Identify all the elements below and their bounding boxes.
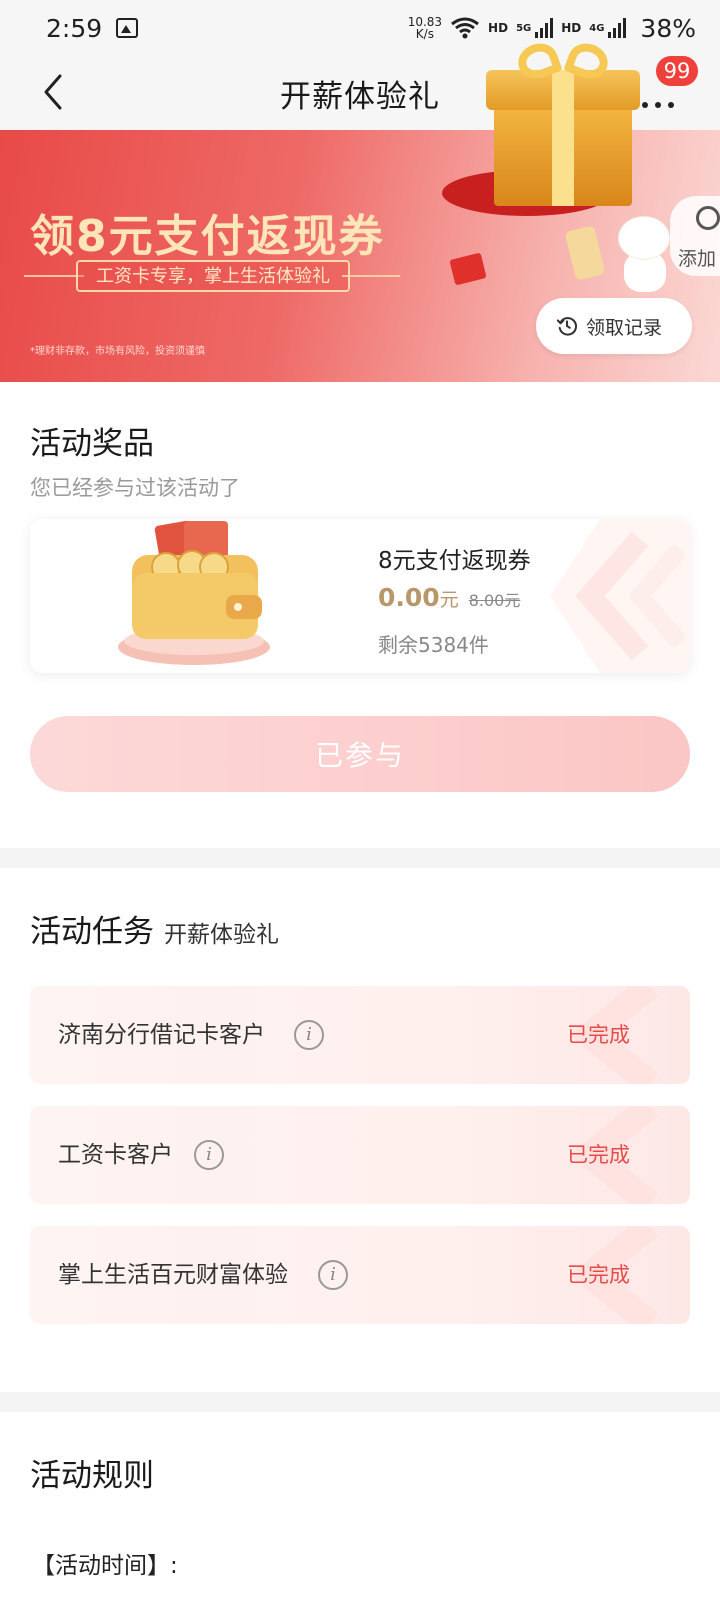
back-button[interactable] (36, 70, 76, 114)
task-item[interactable]: 济南分行借记卡客户 i 已完成 (30, 986, 690, 1084)
prize-price: 0.00 (378, 583, 440, 612)
prize-section-title: 活动奖品 (30, 426, 154, 462)
task-section-subtitle: 开薪体验礼 (164, 922, 279, 948)
task-status: 已完成 (567, 1023, 630, 1047)
network-type-2: 4G (589, 22, 605, 34)
chevron-left-icon (44, 74, 62, 110)
signal-icon-1 (535, 18, 554, 38)
info-icon[interactable]: i (294, 1020, 324, 1050)
network-speed-unit: K/s (415, 27, 434, 41)
task-label: 济南分行借记卡客户 (58, 1022, 265, 1048)
prize-participation-note: 您已经参与过该活动了 (30, 476, 240, 500)
joined-button[interactable]: 已参与 (30, 716, 690, 792)
battery-level: 38% (640, 13, 696, 43)
lucky-cat-head (618, 216, 670, 260)
clock-icon (696, 206, 720, 230)
rules-section-title: 活动规则 (30, 1458, 154, 1494)
task-label: 掌上生活百元财富体验 (58, 1262, 288, 1288)
wallet-icon (118, 520, 270, 665)
more-icon (642, 102, 674, 108)
prize-card[interactable]: 8元支付返现券 0.00 元 8.00元 剩余5384件 (30, 519, 690, 673)
rules-time-label: 【活动时间】: (32, 1553, 178, 1579)
gift-ribbon (552, 70, 574, 206)
task-section-title: 活动任务 (30, 914, 154, 950)
hd-label-2: HD (561, 21, 582, 35)
page: 2:59 10.83 K/s HD 5G HD 4G 38% 开薪体验礼 99 … (0, 0, 720, 1600)
signal-icon-2 (608, 18, 627, 38)
banner-subtitle: 工资卡专享，掌上生活体验礼 (76, 260, 350, 292)
banner-disclaimer: *理财非存款，市场有风险，投资须谨慎 (30, 346, 205, 357)
prize-section: 活动奖品 您已经参与过该活动了 8元支付返现券 0.00 元 8.00元 剩余5… (0, 382, 720, 848)
network-speed: 10.83 K/s (408, 16, 442, 40)
info-icon[interactable]: i (318, 1260, 348, 1290)
wifi-icon (451, 17, 479, 39)
page-title: 开薪体验礼 (280, 78, 440, 115)
status-bar: 2:59 10.83 K/s HD 5G HD 4G 38% (0, 0, 720, 56)
gallery-notification-icon (116, 18, 139, 38)
task-item[interactable]: 掌上生活百元财富体验 i 已完成 (30, 1226, 690, 1324)
banner-line-left (24, 275, 84, 277)
add-shortcut-label: 添加 (678, 248, 717, 270)
history-icon (556, 317, 577, 336)
prize-remaining-stock: 剩余5384件 (378, 633, 489, 657)
banner-title: 领8元支付返现券 (30, 211, 385, 262)
info-icon[interactable]: i (194, 1140, 224, 1170)
task-section: 活动任务 开薪体验礼 济南分行借记卡客户 i 已完成 工资卡客户 i 已完成 掌… (0, 868, 720, 1392)
task-label: 工资卡客户 (58, 1142, 173, 1168)
status-time: 2:59 (46, 13, 103, 43)
rules-section: 活动规则 【活动时间】: (0, 1412, 720, 1600)
prize-original-price: 8.00元 (468, 591, 521, 610)
claim-record-button[interactable]: 领取记录 (536, 298, 692, 354)
card-chevron-decoration (550, 519, 690, 673)
hd-label-1: HD (488, 21, 509, 35)
task-status: 已完成 (567, 1263, 630, 1287)
network-type-1: 5G (516, 22, 532, 34)
status-indicators: 10.83 K/s HD 5G HD 4G 38% (408, 14, 696, 43)
prize-price-unit: 元 (439, 589, 459, 611)
task-status: 已完成 (567, 1143, 630, 1167)
banner-subtitle-wrap: 工资卡专享，掌上生活体验礼 (24, 260, 400, 292)
task-item[interactable]: 工资卡客户 i 已完成 (30, 1106, 690, 1204)
task-title-row: 活动任务 开薪体验礼 (30, 906, 279, 951)
notification-badge: 99 (656, 56, 698, 86)
prize-name: 8元支付返现券 (378, 548, 531, 574)
claim-record-label: 领取记录 (586, 316, 663, 339)
banner-line-right (342, 275, 400, 277)
prize-price-row: 0.00 元 8.00元 (378, 583, 520, 612)
